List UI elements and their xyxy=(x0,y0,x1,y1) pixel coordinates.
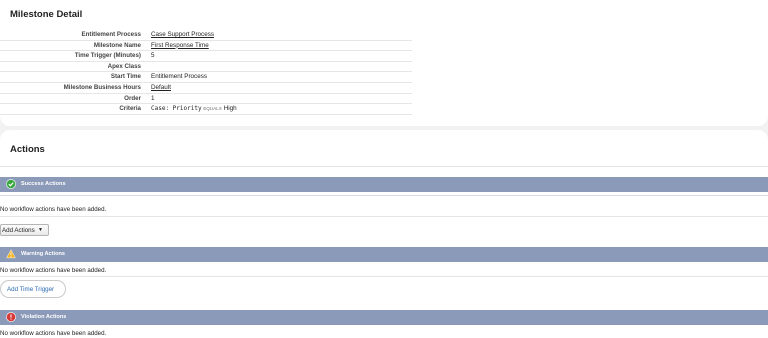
detail-row-order: Order 1 xyxy=(0,94,412,105)
violation-empty-message: No workflow actions have been added. xyxy=(0,330,107,337)
violation-actions-label: Violation Actions xyxy=(21,314,67,320)
success-empty-message: No workflow actions have been added. xyxy=(0,206,107,213)
detail-row-entitlement-process: Entitlement Process Case Support Process xyxy=(0,30,412,41)
divider xyxy=(0,166,768,167)
milestone-detail-table: Entitlement Process Case Support Process… xyxy=(0,30,412,115)
criteria-field: Case: Priority xyxy=(151,105,202,113)
detail-row-criteria: Criteria Case: Priority EQUALS High xyxy=(0,104,412,115)
divider xyxy=(0,216,768,217)
add-actions-button[interactable]: Add Actions ▼ xyxy=(0,224,49,236)
actions-panel: Actions Success Actions No workflow acti… xyxy=(0,130,768,338)
detail-row-time-trigger: Time Trigger (Minutes) 5 xyxy=(0,51,412,62)
add-time-trigger-button[interactable]: Add Time Trigger xyxy=(0,280,66,298)
business-hours-link[interactable]: Default xyxy=(151,84,171,91)
caret-down-icon: ▼ xyxy=(38,227,43,233)
violation-icon xyxy=(6,312,16,322)
detail-row-business-hours: Milestone Business Hours Default xyxy=(0,83,412,94)
warning-actions-header: Warning Actions xyxy=(0,247,768,262)
check-icon xyxy=(6,179,16,189)
detail-label: Start Time xyxy=(110,73,141,81)
detail-row-start-time: Start Time Entitlement Process xyxy=(0,72,412,83)
detail-label: Milestone Business Hours xyxy=(63,83,141,91)
milestone-name-link[interactable]: First Response Time xyxy=(151,42,209,49)
divider xyxy=(0,195,768,196)
criteria-operand: High xyxy=(223,105,237,113)
detail-row-milestone-name: Milestone Name First Response Time xyxy=(0,41,412,52)
success-actions-label: Success Actions xyxy=(21,181,66,187)
actions-title: Actions xyxy=(10,144,45,155)
detail-label: Entitlement Process xyxy=(81,31,142,38)
detail-label: Order xyxy=(124,94,141,102)
divider xyxy=(0,276,768,277)
detail-label: Apex Class xyxy=(107,62,141,70)
criteria-operator: EQUALS xyxy=(203,106,222,112)
detail-row-apex-class: Apex Class xyxy=(0,62,412,73)
order-value: 1 xyxy=(151,94,155,102)
add-time-trigger-label: Add Time Trigger xyxy=(7,286,55,293)
entitlement-process-link[interactable]: Case Support Process xyxy=(151,31,214,38)
detail-label: Criteria xyxy=(119,105,141,113)
criteria-value: Case: Priority EQUALS High xyxy=(151,105,237,112)
detail-label: Milestone Name xyxy=(93,41,141,49)
warning-icon xyxy=(6,249,16,259)
milestone-detail-title: Milestone Detail xyxy=(10,9,83,20)
warning-empty-message: No workflow actions have been added. xyxy=(0,267,107,274)
warning-actions-label: Warning Actions xyxy=(21,251,66,257)
violation-actions-header: Violation Actions xyxy=(0,310,768,325)
time-trigger-value: 5 xyxy=(151,52,155,60)
milestone-detail-panel: Milestone Detail Entitlement Process Cas… xyxy=(0,0,768,126)
add-actions-label: Add Actions xyxy=(2,227,35,234)
start-time-value: Entitlement Process xyxy=(151,73,207,81)
success-actions-header: Success Actions xyxy=(0,177,768,192)
detail-label: Time Trigger (Minutes) xyxy=(74,52,141,60)
